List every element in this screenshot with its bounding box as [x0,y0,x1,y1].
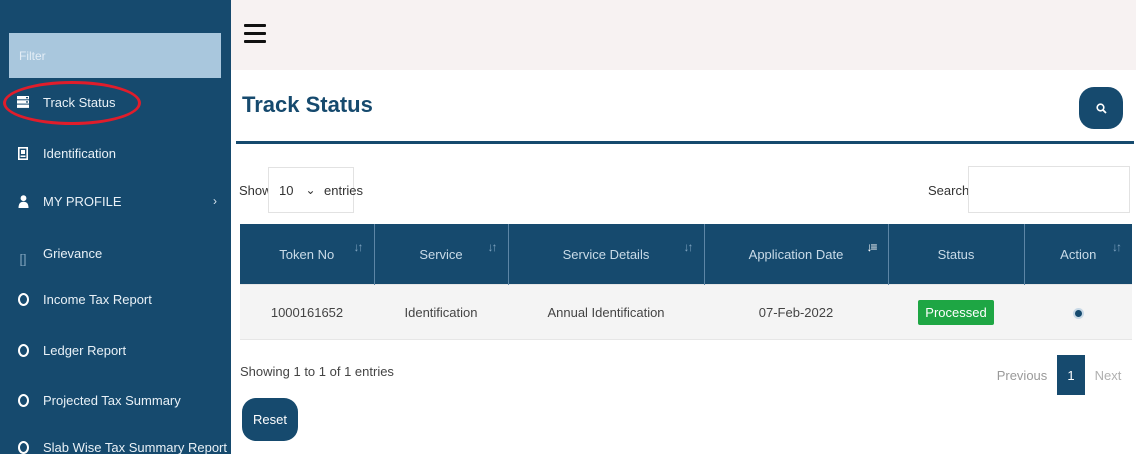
filter-input[interactable] [9,33,221,78]
cell-action [1024,284,1132,340]
page-length-value: 10 [279,182,294,198]
circle-icon [9,292,37,306]
grievance-icon [9,240,37,266]
circle-icon [9,440,37,454]
sidebar-item-label: Income Tax Report [43,291,152,307]
pagination-previous[interactable]: Previous [993,355,1051,395]
sort-descending-icon: ↓≡ [866,240,877,254]
cell-service-details: Annual Identification [508,284,704,340]
sidebar-item-label: MY PROFILE [43,193,122,209]
search-button[interactable] [1079,87,1123,129]
sidebar-item-income-tax-report[interactable]: Income Tax Report [0,279,231,319]
entries-label: entries [324,183,364,198]
sidebar-item-track-status[interactable]: Track Status [0,82,231,122]
sidebar-item-label: Track Status [43,94,116,110]
column-header-service-details[interactable]: Service Details ↓↑ [508,224,705,285]
search-input[interactable] [968,166,1130,213]
sidebar-item-label: Identification [43,145,116,161]
show-label: Show [239,183,272,198]
search-icon [1095,102,1107,114]
sidebar-item-label: Grievance [43,245,103,261]
reset-button[interactable]: Reset [242,398,298,441]
table-row: 1000161652 Identification Annual Identif… [240,284,1132,340]
circle-icon [9,343,37,357]
sidebar-item-label: Ledger Report [43,342,127,358]
sidebar-item-projected-tax-summary[interactable]: Projected Tax Summary [0,380,231,420]
column-header-action[interactable]: Action ↓↑ [1024,224,1132,285]
page-title: Track Status [242,92,373,117]
hamburger-menu-icon[interactable] [244,24,266,44]
top-bar [231,0,1136,70]
table-info: Showing 1 to 1 of 1 entries [240,364,394,379]
chevron-down-icon: ⌄ [305,183,316,197]
cell-service: Identification [374,284,508,340]
search-label: Search: [928,183,973,198]
sidebar-item-ledger-report[interactable]: Ledger Report [0,330,231,370]
circle-icon [9,393,37,407]
table-header-row: Token No ↓↑ Service ↓↑ Service Details ↓↑ A… [240,224,1132,285]
sidebar-item-my-profile[interactable]: MY PROFILE › [0,181,231,221]
cell-application-date: 07-Feb-2022 [704,284,888,340]
column-header-token-no[interactable]: Token No ↓↑ [240,224,375,285]
cell-token-no: 1000161652 [240,284,374,340]
id-card-icon [9,146,37,160]
column-header-service[interactable]: Service ↓↑ [374,224,509,285]
sidebar-item-slab-wise-tax-summary-report[interactable]: Slab Wise Tax Summary Report [0,427,231,454]
cell-status: Processed [888,284,1024,340]
status-badge: Processed [918,299,994,325]
pagination-page-1[interactable]: 1 [1057,355,1085,395]
sidebar-item-label: Projected Tax Summary [43,392,181,408]
sidebar: Track Status Identification MY PROFILE ›… [0,0,231,454]
eye-icon[interactable] [1072,307,1084,319]
sort-icon: ↓↑ [683,240,694,254]
sidebar-item-label: Slab Wise Tax Summary Report [43,439,227,454]
column-header-status: Status [888,224,1025,285]
sort-icon: ↓↑ [487,240,498,254]
sidebar-item-grievance[interactable]: Grievance [0,233,231,273]
server-icon [9,96,37,108]
sort-icon: ↓↑ [353,240,364,254]
sort-icon: ↓↑ [1112,240,1122,254]
chevron-right-icon: › [213,194,217,208]
user-icon [9,194,37,208]
track-status-table: Token No ↓↑ Service ↓↑ Service Details ↓↑ A… [240,224,1132,340]
sidebar-item-identification[interactable]: Identification [0,133,231,173]
title-divider [236,141,1134,144]
pagination-next[interactable]: Next [1088,355,1128,395]
column-header-application-date[interactable]: Application Date ↓≡ [704,224,889,285]
